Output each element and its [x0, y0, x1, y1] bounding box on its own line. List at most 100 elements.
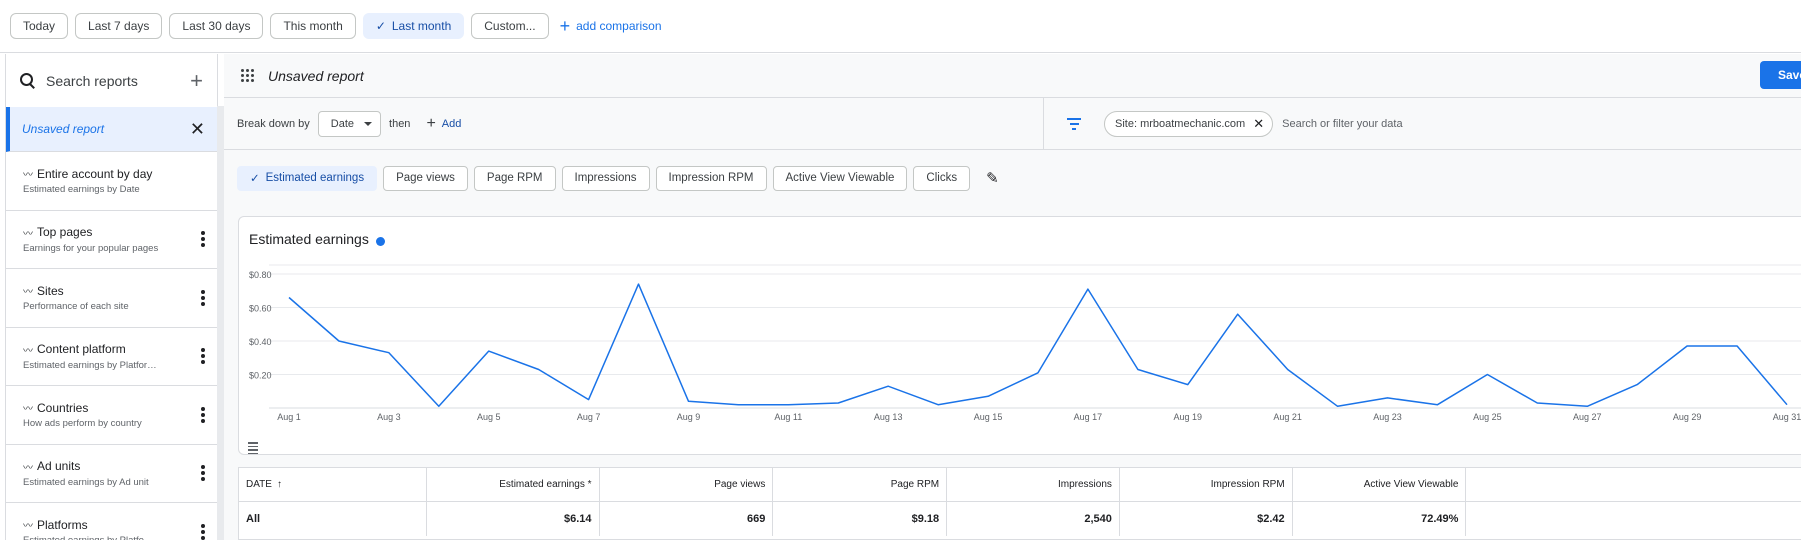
report-texts: 〰 Sites Performance of each site — [23, 283, 201, 313]
metric-label: Clicks — [926, 172, 958, 184]
date-chip-label: Today — [23, 19, 56, 33]
report-name: Countries — [37, 400, 89, 415]
metric-label: Impressions — [574, 172, 637, 184]
x-tick-label: Aug 1 — [277, 412, 301, 422]
table-header-cell[interactable]: Estimated earnings * — [427, 468, 600, 501]
check-icon: ✓ — [250, 173, 260, 185]
x-tick-label: Aug 25 — [1473, 412, 1502, 422]
report-title-row: 〰 Top pages — [23, 225, 201, 240]
sidebar-report-item[interactable]: 〰 Platforms Estimated earnings by Platfo… — [6, 503, 217, 540]
edit-pencil-icon[interactable]: ✎ — [986, 169, 999, 187]
metric-chip[interactable]: ✓ Estimated earnings — [237, 165, 378, 191]
sidebar-report-item[interactable]: 〰 Sites Performance of each site — [6, 269, 217, 328]
metric-label: Active View Viewable — [785, 172, 895, 184]
metric-chip[interactable]: Clicks — [913, 165, 971, 191]
chart-title: Estimated earnings — [249, 231, 369, 247]
add-report-icon[interactable]: + — [190, 69, 203, 92]
breakdown-bar: Break down by Date then + Add Site: mrbo… — [224, 98, 1801, 150]
close-icon[interactable]: ✕ — [1253, 116, 1264, 132]
x-tick-label: Aug 27 — [1573, 412, 1602, 422]
trend-icon: 〰 — [23, 228, 33, 240]
trend-icon: 〰 — [23, 521, 33, 533]
report-texts: 〰 Content platform Estimated earnings by P… — [23, 342, 201, 371]
filter-icon[interactable] — [1066, 117, 1082, 130]
metric-label: Impression RPM — [668, 172, 754, 184]
table-header-cell[interactable]: Page views — [600, 468, 774, 501]
date-chip[interactable]: Last 7 days — [75, 13, 163, 39]
table-total-cell: $6.14 — [427, 502, 600, 536]
table-header-cell[interactable]: DATE ↑ — [239, 468, 427, 501]
table-header-cell[interactable]: Active View Viewable — [1293, 468, 1467, 501]
table-total-cell: $9.18 — [773, 502, 948, 536]
report-title-row: 〰 Platforms — [23, 517, 201, 533]
metric-chips: ✓ Estimated earnings Page views Page RPM Imp… — [224, 150, 1801, 206]
metric-chip[interactable]: Page views — [383, 165, 468, 191]
table-header-cell[interactable]: Impression RPM — [1120, 468, 1293, 501]
apps-grid-icon[interactable] — [241, 69, 254, 82]
sidebar-report-item[interactable]: 〰 Ad units Estimated earnings by Ad unit — [6, 445, 217, 503]
close-icon[interactable]: ✕ — [190, 119, 205, 140]
report-name: Sites — [37, 283, 64, 298]
date-chip-label: Custom... — [484, 19, 536, 33]
report-texts: 〰 Entire account by day Estimated earnings… — [23, 166, 205, 196]
sidebar-report-item[interactable]: 〰 Entire account by day Estimated earnings… — [6, 152, 217, 211]
trend-icon: 〰 — [23, 170, 33, 182]
date-chip[interactable]: Custom... — [471, 13, 549, 39]
then-label: then — [389, 117, 411, 130]
earnings-chart: $0.20 $0.40 $0.60 $0.80 Aug 1 Aug 3 Aug 5 Aug 7… — [238, 216, 1801, 455]
date-chip-label: This month — [283, 19, 343, 33]
date-chip[interactable]: ✓ Last month — [362, 13, 465, 39]
date-chip[interactable]: Last 30 days — [169, 13, 264, 39]
legend-dot — [376, 237, 385, 246]
sidebar-report-item[interactable]: 〰 Content platform Estimated earnings by P… — [6, 328, 217, 386]
report-title-row: 〰 Countries — [23, 400, 201, 416]
breakdown-controls: Break down by Date then + Add — [224, 98, 1044, 149]
reports-sidebar: + Unsaved report ✕ 〰 Entire account by da… — [5, 54, 218, 540]
more-vert-icon[interactable] — [201, 465, 205, 482]
date-chip-label: Last 30 days — [182, 19, 251, 33]
more-vert-icon[interactable] — [201, 523, 205, 540]
sidebar-scrollbar[interactable] — [217, 106, 224, 540]
x-tick-label: Aug 23 — [1373, 412, 1402, 422]
more-vert-icon[interactable] — [201, 406, 205, 423]
date-chip[interactable]: Today — [10, 13, 69, 39]
dimension-select[interactable]: Date — [317, 110, 382, 137]
sidebar-report-item[interactable]: 〰 Top pages Earnings for your popular page… — [6, 211, 217, 269]
filter-search-input[interactable] — [1282, 117, 1583, 130]
table-header-cell[interactable]: Impressions — [947, 468, 1120, 501]
active-report-label: Unsaved report — [22, 122, 105, 136]
search-icon — [20, 72, 36, 89]
chart-table-toggle-icon[interactable] — [248, 442, 258, 454]
report-main: Unsaved report Save Break down by Date t… — [224, 54, 1801, 540]
x-tick-label: Aug 3 — [377, 412, 401, 422]
report-description: Performance of each site — [23, 301, 129, 313]
table-header-cell — [1466, 468, 1801, 501]
x-tick-label: Aug 31 — [1773, 412, 1801, 422]
metric-chip[interactable]: Impression RPM — [655, 165, 767, 191]
table-header-cell[interactable]: Page RPM — [773, 468, 948, 501]
active-report-item[interactable]: Unsaved report ✕ — [6, 107, 217, 152]
table-total-row: All $6.14 669 $9.18 2,540 $2.42 72.49% — [239, 502, 1801, 536]
more-vert-icon[interactable] — [201, 231, 205, 248]
report-title: Unsaved report — [268, 67, 364, 84]
search-reports-input[interactable] — [46, 72, 186, 89]
metric-chip[interactable]: Page RPM — [473, 165, 556, 191]
site-filter-label: Site: mrboatmechanic.com — [1115, 117, 1246, 130]
sidebar-report-item[interactable]: 〰 Countries How ads perform by country — [6, 386, 217, 445]
report-description: Estimated earnings by Date — [23, 184, 140, 196]
metric-chip[interactable]: Impressions — [561, 165, 650, 191]
add-comparison-button[interactable]: + add comparison — [560, 17, 662, 35]
more-vert-icon[interactable] — [201, 348, 205, 365]
table-total-cell — [1466, 502, 1801, 536]
breakdown-label: Break down by — [237, 117, 310, 130]
report-texts: 〰 Countries How ads perform by country — [23, 400, 201, 430]
save-button[interactable]: Save — [1760, 61, 1801, 89]
site-filter-chip[interactable]: Site: mrboatmechanic.com ✕ — [1104, 110, 1274, 137]
date-chip[interactable]: This month — [270, 13, 356, 39]
metric-chip[interactable]: Active View Viewable — [772, 165, 908, 191]
x-tick-label: Aug 21 — [1273, 412, 1302, 422]
add-dimension-button[interactable]: + Add — [426, 115, 461, 133]
filter-controls: Site: mrboatmechanic.com ✕ — [1044, 98, 1801, 149]
more-vert-icon[interactable] — [201, 289, 205, 306]
line-chart-svg: $0.20 $0.40 $0.60 $0.80 Aug 1 Aug 3 Aug 5 Aug 7… — [249, 264, 1801, 422]
